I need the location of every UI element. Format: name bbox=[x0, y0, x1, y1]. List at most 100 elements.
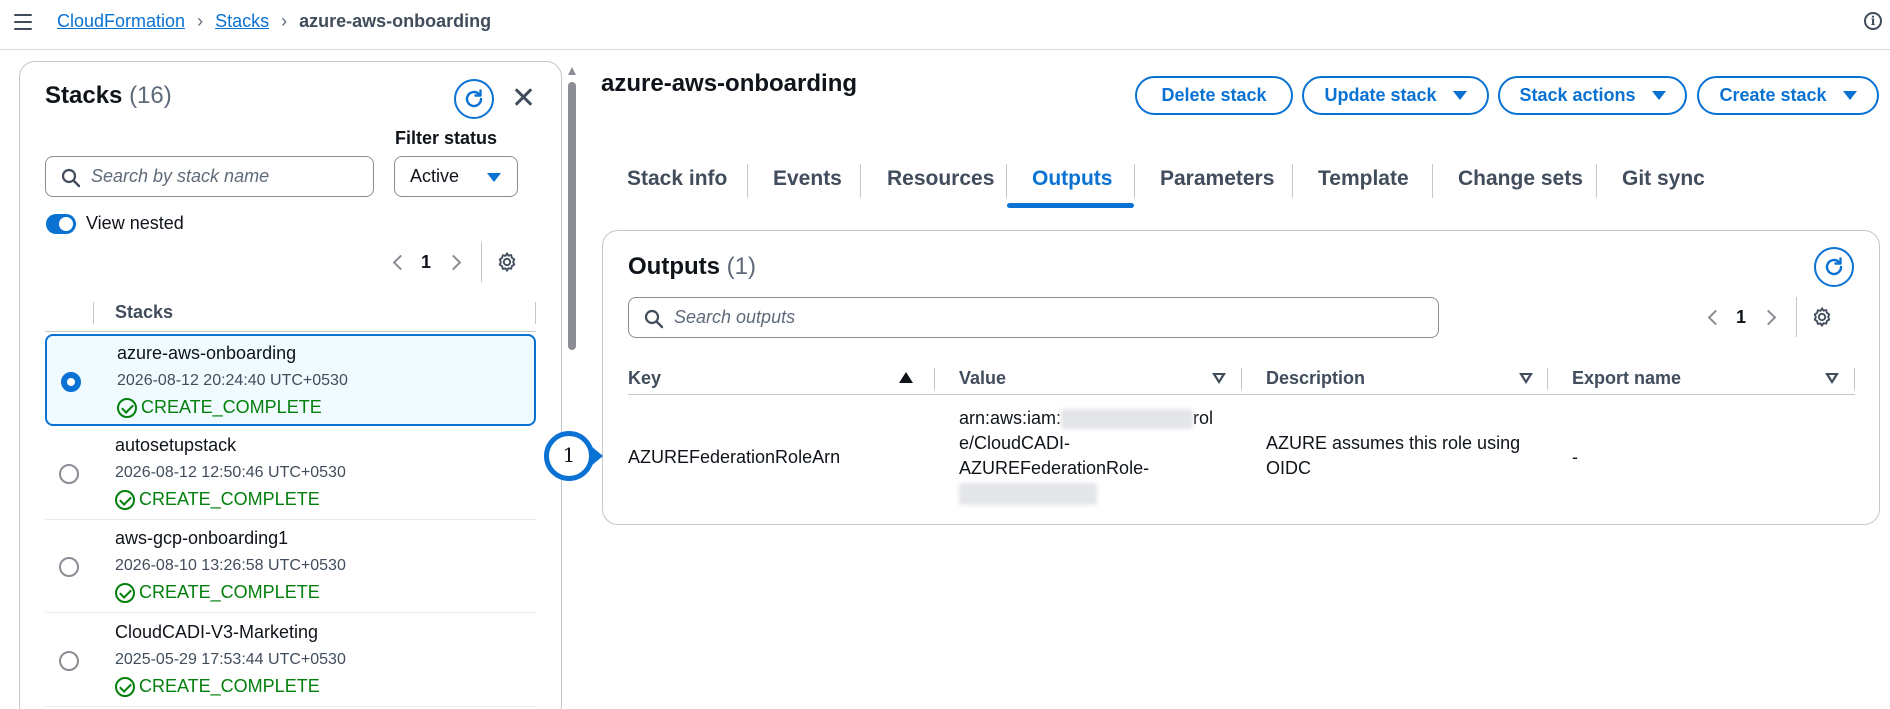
table-header-divider bbox=[628, 394, 1855, 395]
divider bbox=[1241, 368, 1242, 390]
stack-date: 2026-08-12 20:24:40 UTC+0530 bbox=[117, 372, 348, 389]
output-value-line: e/CloudCADI- bbox=[959, 433, 1071, 453]
filter-status-select[interactable]: Active bbox=[394, 156, 518, 197]
callout-arrow-icon bbox=[591, 446, 603, 466]
tab-stack-info[interactable]: Stack info bbox=[627, 160, 727, 208]
annotation-callout-badge: 1 bbox=[544, 431, 594, 481]
sort-icon[interactable] bbox=[1825, 373, 1839, 384]
sort-icon[interactable] bbox=[1212, 373, 1226, 384]
update-stack-button[interactable]: Update stack bbox=[1302, 76, 1489, 115]
column-key-label: Key bbox=[628, 368, 662, 388]
column-header-description[interactable]: Description bbox=[1266, 359, 1566, 397]
breadcrumb: CloudFormation › Stacks › azure-aws-onbo… bbox=[57, 11, 491, 32]
stack-status-text: CREATE_COMPLETE bbox=[139, 676, 320, 696]
stacks-panel-title: Stacks (16) bbox=[45, 82, 172, 110]
search-icon bbox=[61, 168, 81, 188]
output-value: arn:aws:iam: rol e/CloudCADI- AZUREFedera… bbox=[959, 406, 1224, 506]
divider bbox=[1292, 164, 1293, 198]
divider bbox=[1796, 297, 1797, 337]
stack-radio[interactable] bbox=[59, 651, 79, 671]
outputs-page-number[interactable]: 1 bbox=[1724, 307, 1758, 328]
stack-radio[interactable] bbox=[59, 464, 79, 484]
create-stack-button[interactable]: Create stack bbox=[1697, 76, 1879, 115]
breadcrumb-cloudformation-link[interactable]: CloudFormation bbox=[57, 11, 185, 32]
chevron-right-icon: › bbox=[281, 11, 288, 31]
next-page-icon[interactable] bbox=[1758, 305, 1782, 329]
stack-name: autosetupstack bbox=[115, 435, 237, 455]
stack-name: aws-gcp-onboarding1 bbox=[115, 528, 289, 548]
next-page-icon[interactable] bbox=[443, 250, 467, 274]
tab-parameters[interactable]: Parameters bbox=[1160, 160, 1274, 208]
stack-date: 2026-08-10 13:26:58 UTC+0530 bbox=[115, 557, 346, 574]
redacted-text bbox=[959, 483, 1097, 506]
stack-status: CREATE_COMPLETE bbox=[115, 489, 320, 510]
delete-stack-label: Delete stack bbox=[1161, 85, 1267, 105]
stack-row[interactable]: azure-aws-onboarding 2026-08-12 20:24:40… bbox=[45, 334, 536, 426]
tab-change-sets[interactable]: Change sets bbox=[1458, 160, 1583, 208]
filter-status-value: Active bbox=[410, 166, 460, 186]
stack-name: azure-aws-onboarding bbox=[117, 343, 297, 363]
outputs-title: Outputs (1) bbox=[628, 253, 756, 281]
sort-ascending-icon[interactable] bbox=[899, 372, 913, 383]
divider bbox=[535, 302, 536, 324]
tab-events[interactable]: Events bbox=[773, 160, 842, 208]
page-title: azure-aws-onboarding bbox=[601, 70, 858, 97]
output-value-line: AZUREFederationRole- bbox=[959, 458, 1150, 478]
tab-resources[interactable]: Resources bbox=[887, 160, 994, 208]
view-nested-label: View nested bbox=[86, 213, 184, 233]
gear-icon[interactable] bbox=[1811, 306, 1833, 328]
view-nested-toggle[interactable] bbox=[46, 214, 76, 234]
column-header-value[interactable]: Value bbox=[959, 359, 1259, 397]
caret-down-icon bbox=[1842, 91, 1857, 100]
column-header-export-name[interactable]: Export name bbox=[1572, 359, 1862, 397]
stack-row[interactable]: aws-gcp-onboarding1 2026-08-10 13:26:58 … bbox=[45, 521, 536, 613]
divider bbox=[1596, 164, 1597, 198]
divider bbox=[1547, 368, 1548, 390]
breadcrumb-stacks-link[interactable]: Stacks bbox=[215, 11, 269, 32]
output-key: AZUREFederationRoleArn bbox=[628, 447, 841, 467]
stack-tabs: Stack info Events Resources Outputs Para… bbox=[601, 160, 1881, 208]
check-circle-icon bbox=[115, 489, 135, 510]
stack-status: CREATE_COMPLETE bbox=[117, 397, 322, 418]
tab-outputs[interactable]: Outputs bbox=[1032, 160, 1112, 208]
stack-row[interactable]: CloudCADI-V3-Marketing 2025-05-29 17:53:… bbox=[45, 615, 536, 707]
search-icon bbox=[644, 309, 664, 329]
stack-row[interactable]: autosetupstack 2026-08-12 12:50:46 UTC+0… bbox=[45, 428, 536, 520]
stack-status: CREATE_COMPLETE bbox=[115, 676, 320, 697]
previous-page-icon[interactable] bbox=[1700, 305, 1724, 329]
outputs-pagination: 1 bbox=[1700, 297, 1833, 337]
scrollbar-thumb[interactable] bbox=[568, 82, 576, 350]
filter-status-label: Filter status bbox=[395, 128, 498, 148]
stack-search-field[interactable] bbox=[45, 156, 374, 197]
stack-actions-button[interactable]: Stack actions bbox=[1498, 76, 1687, 115]
tab-git-sync[interactable]: Git sync bbox=[1622, 160, 1705, 208]
refresh-outputs-button[interactable] bbox=[1814, 247, 1854, 287]
gear-icon[interactable] bbox=[496, 251, 518, 273]
tab-template[interactable]: Template bbox=[1318, 160, 1409, 208]
output-value-line: rol bbox=[1193, 408, 1214, 428]
previous-page-icon[interactable] bbox=[385, 250, 409, 274]
hamburger-menu-icon[interactable] bbox=[14, 14, 32, 30]
outputs-search-field[interactable] bbox=[628, 297, 1439, 338]
divider bbox=[1134, 164, 1135, 198]
update-stack-label: Update stack bbox=[1324, 85, 1437, 105]
column-export-label: Export name bbox=[1572, 368, 1682, 388]
stack-actions-label: Stack actions bbox=[1519, 85, 1636, 105]
refresh-stacks-button[interactable] bbox=[454, 79, 494, 119]
sort-icon[interactable] bbox=[1519, 373, 1533, 384]
stack-radio[interactable] bbox=[59, 557, 79, 577]
close-panel-icon[interactable] bbox=[508, 82, 538, 112]
caret-down-icon bbox=[487, 173, 501, 182]
stack-radio[interactable] bbox=[61, 372, 81, 392]
caret-down-icon bbox=[1452, 91, 1467, 100]
output-description: AZURE assumes this role using OIDC bbox=[1266, 431, 1536, 481]
outputs-search-input[interactable] bbox=[629, 307, 1438, 328]
refresh-icon bbox=[465, 89, 483, 108]
info-icon[interactable]: i bbox=[1864, 12, 1882, 30]
stacks-page-number[interactable]: 1 bbox=[409, 252, 443, 273]
column-header-key[interactable]: Key bbox=[628, 359, 934, 397]
panel-resize-handle[interactable] bbox=[567, 67, 577, 357]
stack-search-input[interactable] bbox=[46, 166, 373, 187]
delete-stack-button[interactable]: Delete stack bbox=[1135, 76, 1293, 115]
stacks-count: (16) bbox=[129, 82, 172, 109]
